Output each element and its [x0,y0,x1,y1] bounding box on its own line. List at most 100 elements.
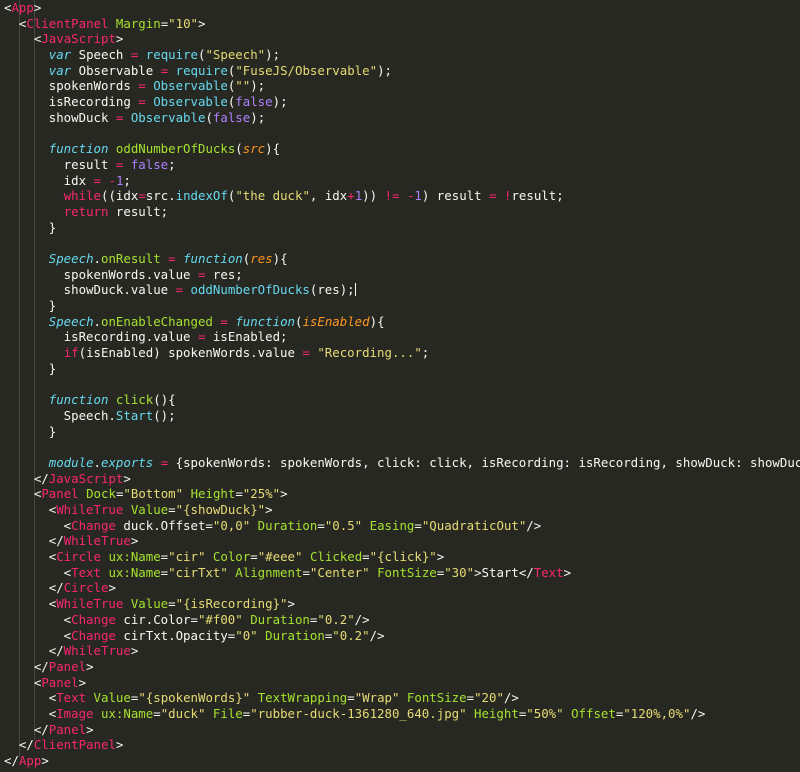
code-line[interactable]: <Change cirTxt.Opacity="0" Duration="0.2… [4,628,800,644]
code-line[interactable]: isRecording = Observable(false); [4,94,800,110]
string-token: "{click}" [369,549,437,565]
string-token: "cir" [168,549,206,565]
code-line[interactable]: Speech.onResult = function(res){ [4,251,800,267]
code-line[interactable]: <Change duck.Offset="0,0" Duration="0.5"… [4,518,800,534]
keyword-token: indexOf [175,188,228,204]
literal-token: false [130,156,169,172]
code-text: ; [123,172,131,188]
code-line[interactable]: var Speech = require("Speech"); [4,47,800,63]
code-line[interactable]: } [4,298,800,314]
code-line[interactable] [4,439,800,455]
code-editor[interactable]: <App> <ClientPanel Margin="10"> <JavaScr… [0,0,800,772]
code-line[interactable]: <Change cir.Color="#f00" Duration="0.2"/… [4,612,800,628]
string-token: "0.2" [332,627,370,643]
code-text: = [153,705,161,721]
code-line[interactable]: } [4,220,800,236]
code-line[interactable]: } [4,424,800,440]
code-line[interactable]: <Panel> [4,675,800,691]
tag-token: ClientPanel [33,737,116,753]
code-line[interactable]: } [4,361,800,377]
string-token: "0,0" [212,517,251,533]
code-text: ); [377,62,392,78]
code-line[interactable]: idx = -1; [4,173,800,189]
code-line[interactable]: </WhileTrue> [4,533,800,549]
code-text: < [4,674,42,690]
code-text: duck.Offset= [115,517,213,533]
code-line[interactable]: function click(){ [4,392,800,408]
code-line[interactable]: <JavaScript> [4,31,800,47]
parameter-token: src [242,141,266,157]
code-line[interactable]: <Panel Dock="Bottom" Height="25%"> [4,486,800,502]
code-line[interactable] [4,235,800,251]
code-line[interactable]: var Observable = require("FuseJS/Observa… [4,63,800,79]
code-line[interactable]: if(isEnabled) spokenWords.value = "Recor… [4,345,800,361]
code-text: /> [354,611,370,627]
code-line[interactable]: <WhileTrue Value="{isRecording}"> [4,596,800,612]
code-line[interactable] [4,377,800,393]
code-text: = [362,549,370,565]
tag-token: = [175,282,184,298]
code-line[interactable]: </WhileTrue> [4,643,800,659]
code-line[interactable]: </ClientPanel> [4,737,800,753]
code-text: res; [205,266,243,282]
keyword-token: Start [115,407,154,423]
code-text: } [4,360,57,376]
code-line[interactable]: return result; [4,204,800,220]
code-line[interactable]: <Image ux:Name="duck" File="rubber-duck-… [4,706,800,722]
code-line[interactable] [4,126,800,142]
code-line[interactable]: <App> [4,0,800,16]
tag-token: Text [71,564,101,580]
code-line[interactable]: <Text Value = "{spokenWords}" TextWrapping… [4,690,800,706]
code-text: = [168,596,176,612]
code-line[interactable]: function oddNumberOfDucks(src){ [4,141,800,157]
tag-token: = [220,313,228,329]
code-line[interactable]: showDuck = Observable(false); [4,110,800,126]
code-line[interactable]: showDuck.value = oddNumberOfDucks(res); [4,282,800,298]
code-text: showDuck [4,109,116,125]
code-line[interactable]: Speech.Start(); [4,408,800,424]
code-text: > [130,533,139,549]
code-line[interactable]: <WhileTrue Value="{showDuck}"> [4,502,800,518]
code-line[interactable]: </App> [4,753,800,769]
code-text: < [4,31,42,47]
code-text: < [4,517,72,533]
code-line[interactable]: result = false; [4,157,800,173]
code-line[interactable]: </JavaScript> [4,471,800,487]
code-line[interactable]: </Panel> [4,722,800,738]
code-text: Speech. [4,407,116,423]
code-line[interactable]: while((idx=src.indexOf("the duck", idx+1… [4,188,800,204]
code-line[interactable]: </Circle> [4,580,800,596]
code-text: > [563,564,572,580]
code-line[interactable]: Speech.onEnableChanged = function(isEnab… [4,314,800,330]
string-token: "the duck" [235,188,310,204]
code-text: = [414,517,422,533]
code-line[interactable]: spokenWords.value = res; [4,267,800,283]
code-text: cir.Color= [115,611,198,627]
tag-token: WhileTrue [63,533,131,549]
code-line[interactable]: </Panel> [4,659,800,675]
tag-token: WhileTrue [56,502,124,517]
code-line[interactable]: module.exports = {spokenWords: spokenWor… [4,455,800,471]
attribute-token: Height [190,486,236,502]
code-line[interactable]: isRecording.value = isEnabled; [4,329,800,345]
code-line[interactable]: spokenWords = Observable(""); [4,78,800,94]
code-line[interactable]: <Circle ux:Name="cir" Color="#eee" Click… [4,549,800,565]
code-text: > [86,658,94,674]
tag-token: = [138,94,146,110]
code-area[interactable]: <App> <ClientPanel Margin="10"> <JavaScr… [4,0,800,769]
code-text: {spokenWords: spokenWords, click: click,… [168,454,800,470]
code-line[interactable]: <Text ux:Name="cirTxt" Alignment="Center… [4,565,800,581]
code-line[interactable]: <ClientPanel Margin="10"> [4,16,800,32]
string-token: "Recording..." [317,345,422,361]
string-token: "50%" [526,705,564,721]
tag-token: Panel [41,486,79,502]
string-token: "Center" [309,564,370,580]
string-token: "30" [444,564,475,580]
code-text: spokenWords.value [4,266,198,282]
code-text: > [287,596,295,612]
